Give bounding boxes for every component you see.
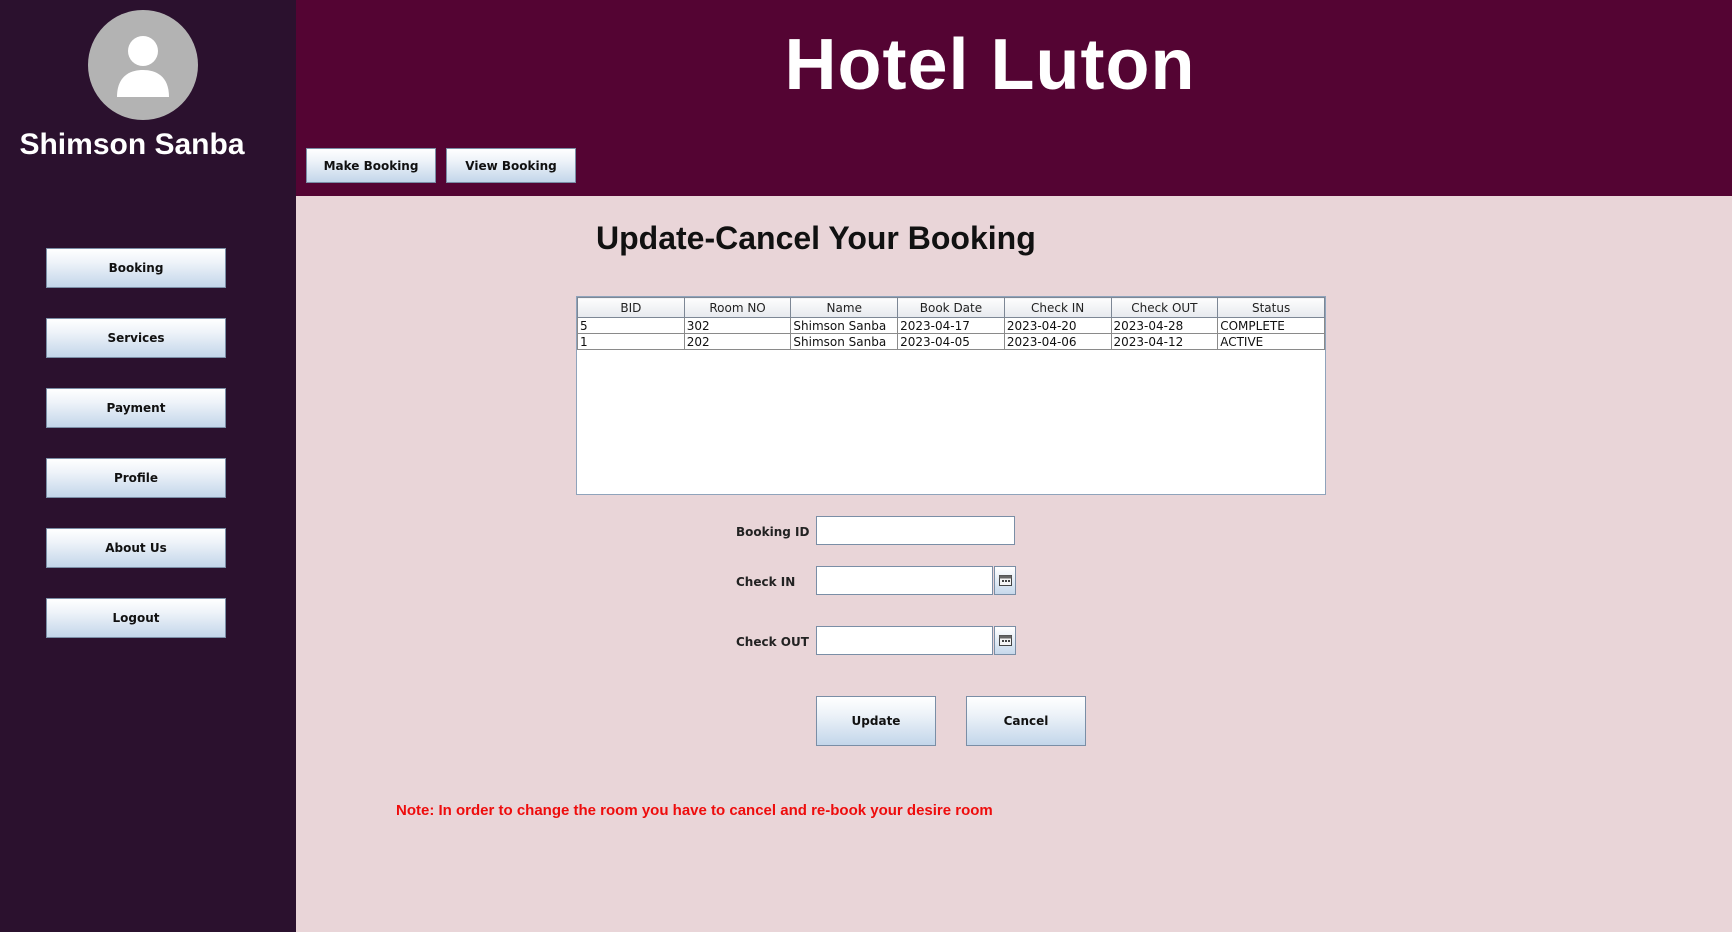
table-cell[interactable]: 202 xyxy=(683,333,792,350)
view-booking-button[interactable]: View Booking xyxy=(446,148,576,183)
column-header-status[interactable]: Status xyxy=(1217,297,1325,318)
table-cell[interactable]: COMPLETE xyxy=(1217,317,1325,334)
calendar-icon xyxy=(998,635,1012,646)
table-row[interactable]: 5 302 Shimson Sanba 2023-04-17 2023-04-2… xyxy=(577,317,1325,334)
calendar-icon xyxy=(998,575,1012,586)
cancel-button[interactable]: Cancel xyxy=(966,696,1086,746)
hotel-title: Hotel Luton xyxy=(784,25,1196,105)
table-cell[interactable]: 2023-04-28 xyxy=(1110,317,1219,334)
table-cell[interactable]: 2023-04-12 xyxy=(1110,333,1219,350)
check-out-label: Check OUT xyxy=(736,635,809,649)
check-in-label: Check IN xyxy=(736,575,796,589)
table-cell[interactable]: 2023-04-05 xyxy=(897,333,1005,350)
table-cell[interactable]: Shimson Sanba xyxy=(790,333,899,350)
sidebar: Shimson Sanba Booking Services Payment P… xyxy=(0,0,296,932)
check-out-calendar-button[interactable] xyxy=(994,626,1016,655)
booking-button[interactable]: Booking xyxy=(46,248,226,288)
services-button[interactable]: Services xyxy=(46,318,226,358)
note-text: Note: In order to change the room you ha… xyxy=(396,802,993,819)
table-header-row: BID Room NO Name Book Date Check IN Chec… xyxy=(577,297,1325,318)
update-button[interactable]: Update xyxy=(816,696,936,746)
column-header-book-date[interactable]: Book Date xyxy=(897,297,1005,318)
check-in-date-field[interactable] xyxy=(816,566,993,595)
table-cell[interactable]: 2023-04-17 xyxy=(897,317,1005,334)
table-cell[interactable]: Shimson Sanba xyxy=(790,317,899,334)
table-row[interactable]: 1 202 Shimson Sanba 2023-04-05 2023-04-0… xyxy=(577,333,1325,350)
page-title: Update-Cancel Your Booking xyxy=(596,220,1036,256)
table-cell[interactable]: 1 xyxy=(577,333,685,350)
booking-id-label: Booking ID xyxy=(736,525,810,539)
check-in-calendar-button[interactable] xyxy=(994,566,1016,595)
payment-button[interactable]: Payment xyxy=(46,388,226,428)
column-header-name[interactable]: Name xyxy=(790,297,899,318)
make-booking-button[interactable]: Make Booking xyxy=(306,148,436,183)
about-us-button[interactable]: About Us xyxy=(46,528,226,568)
user-name: Shimson Sanba xyxy=(19,128,245,161)
profile-button[interactable]: Profile xyxy=(46,458,226,498)
avatar xyxy=(88,10,198,120)
check-out-date-field[interactable] xyxy=(816,626,993,655)
table-cell[interactable]: 5 xyxy=(577,317,685,334)
bookings-table[interactable]: BID Room NO Name Book Date Check IN Chec… xyxy=(576,296,1326,495)
table-cell[interactable]: 2023-04-20 xyxy=(1003,317,1112,334)
header: Hotel Luton Make Booking View Booking xyxy=(296,0,1732,196)
column-header-room-no[interactable]: Room NO xyxy=(683,297,792,318)
user-silhouette-icon xyxy=(117,36,169,97)
column-header-check-out[interactable]: Check OUT xyxy=(1110,297,1219,318)
column-header-bid[interactable]: BID xyxy=(577,297,685,318)
table-cell[interactable]: 302 xyxy=(683,317,792,334)
column-header-check-in[interactable]: Check IN xyxy=(1003,297,1112,318)
logout-button[interactable]: Logout xyxy=(46,598,226,638)
table-cell[interactable]: ACTIVE xyxy=(1217,333,1325,350)
booking-id-field[interactable] xyxy=(816,516,1015,545)
table-cell[interactable]: 2023-04-06 xyxy=(1003,333,1112,350)
